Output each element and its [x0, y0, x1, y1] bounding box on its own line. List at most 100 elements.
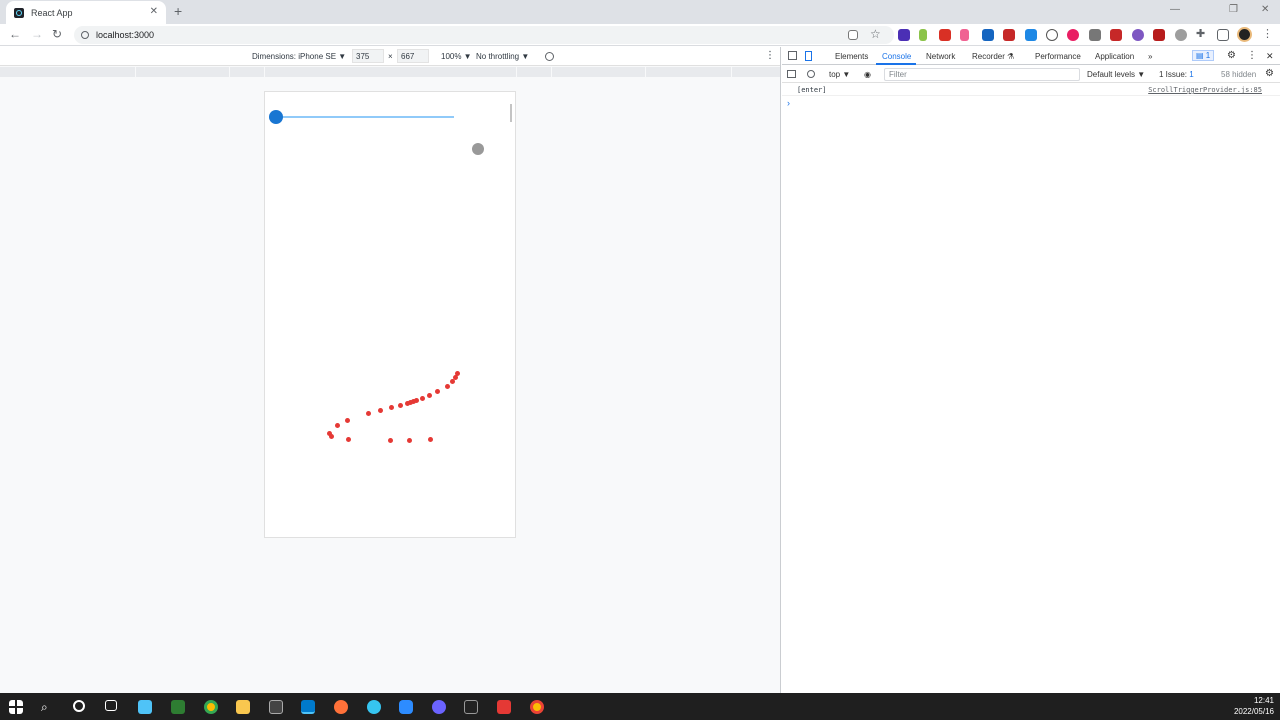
extension-icon-14[interactable] — [1175, 29, 1187, 41]
profile-avatar[interactable] — [1237, 27, 1252, 42]
task-view-icon[interactable] — [105, 700, 117, 711]
tab-console[interactable]: Console — [882, 52, 911, 61]
forward-button[interactable]: → — [31, 27, 43, 41]
tab-network[interactable]: Network — [926, 52, 955, 61]
console-settings-icon[interactable]: ⚙ — [1265, 68, 1274, 79]
extension-icon-11[interactable] — [1110, 29, 1122, 41]
chrome-icon[interactable] — [204, 700, 218, 714]
ruler-segment[interactable] — [731, 67, 732, 77]
pocket-icon[interactable] — [1067, 29, 1079, 41]
tab-close-icon[interactable]: ✕ — [150, 6, 158, 17]
device-dimensions-select[interactable]: Dimensions: iPhone SE ▼ — [252, 52, 346, 61]
devtools-close-icon[interactable]: ✕ — [1266, 51, 1274, 62]
red-dot — [435, 389, 440, 394]
messages-badge[interactable]: ▤ 1 — [1192, 50, 1215, 61]
red-dot — [427, 393, 432, 398]
viewport-scrollbar[interactable] — [510, 104, 512, 122]
windows-start-icon[interactable] — [9, 700, 23, 714]
device-emulation-pane: Dimensions: iPhone SE ▼ 375 × 667 100% ▼… — [0, 47, 781, 693]
device-height-input[interactable]: 667 — [397, 49, 429, 63]
console-window-icon[interactable] — [464, 700, 478, 714]
minimize-button[interactable]: — — [1170, 4, 1180, 15]
devtools-menu-icon[interactable]: ⋮ — [1247, 50, 1257, 61]
slack-icon[interactable] — [367, 700, 381, 714]
extension-icon-10[interactable] — [1089, 29, 1101, 41]
react-favicon-icon — [14, 7, 24, 18]
browser-tab[interactable]: React App ✕ — [6, 1, 166, 24]
zoom-icon[interactable] — [399, 700, 413, 714]
more-tabs-button[interactable]: » — [1148, 52, 1152, 61]
live-expression-eye-icon[interactable]: ◉ — [864, 70, 871, 79]
window-close-button[interactable]: ✕ — [1261, 4, 1269, 15]
ruler-segment[interactable] — [135, 67, 136, 77]
extension-icon-2[interactable] — [919, 29, 927, 41]
new-tab-button[interactable]: + — [174, 3, 182, 19]
device-toolbar-menu-icon[interactable]: ⋮ — [765, 50, 775, 61]
slider-thumb[interactable] — [269, 110, 283, 124]
share-icon[interactable] — [848, 30, 858, 40]
dimension-separator: × — [388, 52, 393, 61]
taskbar-app-4-icon[interactable] — [497, 700, 511, 714]
extension-icon-6[interactable] — [1003, 29, 1015, 41]
taskbar-app-1-icon[interactable] — [138, 700, 152, 714]
settings-gear-icon[interactable]: ⚙ — [1227, 50, 1236, 61]
chrome-menu-icon[interactable]: ⋮ — [1262, 27, 1274, 40]
tab-elements[interactable]: Elements — [835, 52, 868, 61]
system-clock[interactable]: 12:41 2022/05/16 — [1234, 695, 1274, 717]
red-dot — [407, 438, 412, 443]
tab-application[interactable]: Application — [1095, 52, 1134, 61]
throttling-select[interactable]: No throttling ▼ — [476, 52, 529, 61]
context-select[interactable]: top ▼ — [829, 70, 850, 79]
extension-icon-12[interactable] — [1132, 29, 1144, 41]
reload-button[interactable]: ↻ — [52, 27, 62, 41]
red-dot — [345, 418, 350, 423]
device-toggle-icon[interactable] — [805, 51, 812, 61]
url-text: localhost:3000 — [96, 30, 155, 40]
terminal-icon[interactable] — [269, 700, 283, 714]
bookmark-star-icon[interactable]: ☆ — [870, 27, 882, 41]
issues-button[interactable]: 1 Issue: 1 — [1159, 70, 1194, 79]
site-info-icon[interactable] — [81, 31, 89, 39]
tab-recorder[interactable]: Recorder ⚗ — [972, 52, 1014, 61]
vscode-icon[interactable] — [301, 700, 315, 714]
address-bar[interactable]: localhost:3000 — [74, 26, 894, 44]
taskbar-app-2-icon[interactable] — [171, 700, 185, 714]
restore-button[interactable]: ❐ — [1229, 4, 1238, 15]
log-levels-select[interactable]: Default levels ▼ — [1087, 70, 1145, 79]
sidebar-toggle-icon[interactable] — [787, 70, 796, 78]
extension-icon-4[interactable] — [960, 29, 969, 41]
zoom-select[interactable]: 100% ▼ — [441, 52, 472, 61]
file-explorer-icon[interactable] — [236, 700, 250, 714]
rotate-icon[interactable] — [545, 52, 554, 61]
taskbar-app-3-icon[interactable] — [432, 700, 446, 714]
firefox-icon[interactable] — [334, 700, 348, 714]
device-width-input[interactable]: 375 — [352, 49, 384, 63]
search-icon[interactable]: ⌕ — [41, 700, 55, 714]
console-prompt[interactable]: › — [787, 98, 790, 108]
extension-icon-8[interactable] — [1046, 29, 1058, 41]
clear-console-icon[interactable] — [807, 70, 815, 78]
ruler-segment[interactable] — [516, 67, 517, 77]
back-button[interactable]: ← — [9, 27, 21, 41]
extension-icon-7[interactable] — [1025, 29, 1037, 41]
cortana-icon[interactable] — [73, 700, 85, 712]
side-panel-icon[interactable] — [1217, 29, 1229, 41]
console-filter-input[interactable]: Filter — [884, 68, 1080, 81]
extension-icon-1[interactable] — [898, 29, 910, 41]
extensions-puzzle-icon[interactable]: ✚ — [1196, 27, 1208, 40]
inspect-element-icon[interactable] — [788, 51, 797, 60]
extension-icon-13[interactable] — [1153, 29, 1165, 41]
red-dot — [346, 437, 351, 442]
ruler-segment[interactable] — [551, 67, 552, 77]
extension-icon-5[interactable] — [982, 29, 994, 41]
extension-icon-3[interactable] — [939, 29, 951, 41]
tab-performance[interactable]: Performance — [1035, 52, 1081, 61]
console-toolbar: top ▼ ◉ Filter Default levels ▼ 1 Issue:… — [782, 66, 1280, 83]
ruler-segment[interactable] — [229, 67, 230, 77]
ruler-segment[interactable] — [264, 67, 265, 77]
slider-track[interactable] — [276, 116, 454, 118]
chrome-canary-icon[interactable] — [530, 700, 544, 714]
ruler-segment[interactable] — [645, 67, 646, 77]
tab-title: React App — [31, 7, 73, 18]
log-source-link[interactable]: ScrollTriggerProvider.js:85 — [1148, 86, 1262, 94]
